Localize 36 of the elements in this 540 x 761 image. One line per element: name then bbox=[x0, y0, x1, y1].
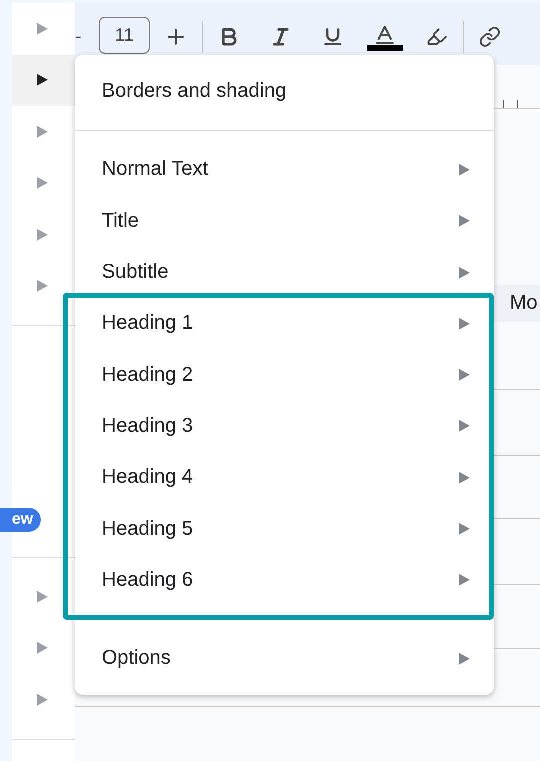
menu-item[interactable]: Subtitle bbox=[75, 246, 494, 298]
submenu-arrow-icon bbox=[459, 652, 470, 665]
expand-arrow-icon bbox=[37, 228, 48, 241]
menu-item[interactable]: Options bbox=[75, 632, 494, 684]
submenu-arrow-icon bbox=[459, 523, 470, 536]
submenu-arrow-icon bbox=[459, 420, 470, 432]
expand-arrow-icon bbox=[37, 694, 48, 706]
document-text: Mo bbox=[510, 292, 538, 315]
submenu-arrow-icon bbox=[459, 574, 470, 586]
expand-arrow-icon bbox=[37, 590, 48, 603]
submenu-arrow-icon bbox=[459, 369, 470, 382]
ruler-drawing bbox=[503, 100, 518, 108]
menu-item[interactable]: Normal Text bbox=[75, 144, 494, 196]
menu-item[interactable]: Heading 2 bbox=[68, 349, 489, 401]
expand-arrow-icon bbox=[37, 280, 48, 292]
menu-item[interactable]: Borders and shading bbox=[75, 66, 494, 132]
expand-arrow-icon bbox=[37, 642, 48, 654]
menu-item[interactable]: Title bbox=[75, 196, 494, 247]
submenu-arrow-icon bbox=[459, 164, 470, 176]
menu-item[interactable]: Heading 4 bbox=[68, 452, 489, 504]
submenu-arrow-icon bbox=[459, 318, 470, 330]
font-size-field[interactable]: 11 bbox=[99, 17, 150, 54]
submenu-arrow-icon bbox=[459, 215, 470, 228]
new-badge: ew bbox=[0, 508, 42, 532]
menu-item[interactable]: Heading 6 bbox=[68, 554, 489, 606]
expand-arrow-icon bbox=[37, 126, 48, 138]
decrease-size-button[interactable]: - bbox=[75, 17, 99, 57]
expand-arrow-icon bbox=[37, 22, 48, 35]
expand-arrow-icon bbox=[37, 177, 48, 190]
panel-row[interactable] bbox=[12, 54, 75, 106]
submenu-arrow-icon bbox=[459, 266, 470, 279]
menu-item[interactable]: Heading 3 bbox=[68, 400, 489, 452]
expand-arrow-icon bbox=[37, 74, 48, 86]
menu-item[interactable]: Heading 5 bbox=[68, 503, 489, 555]
menu-item[interactable]: Heading 1 bbox=[68, 298, 489, 350]
submenu-arrow-icon bbox=[459, 472, 470, 484]
